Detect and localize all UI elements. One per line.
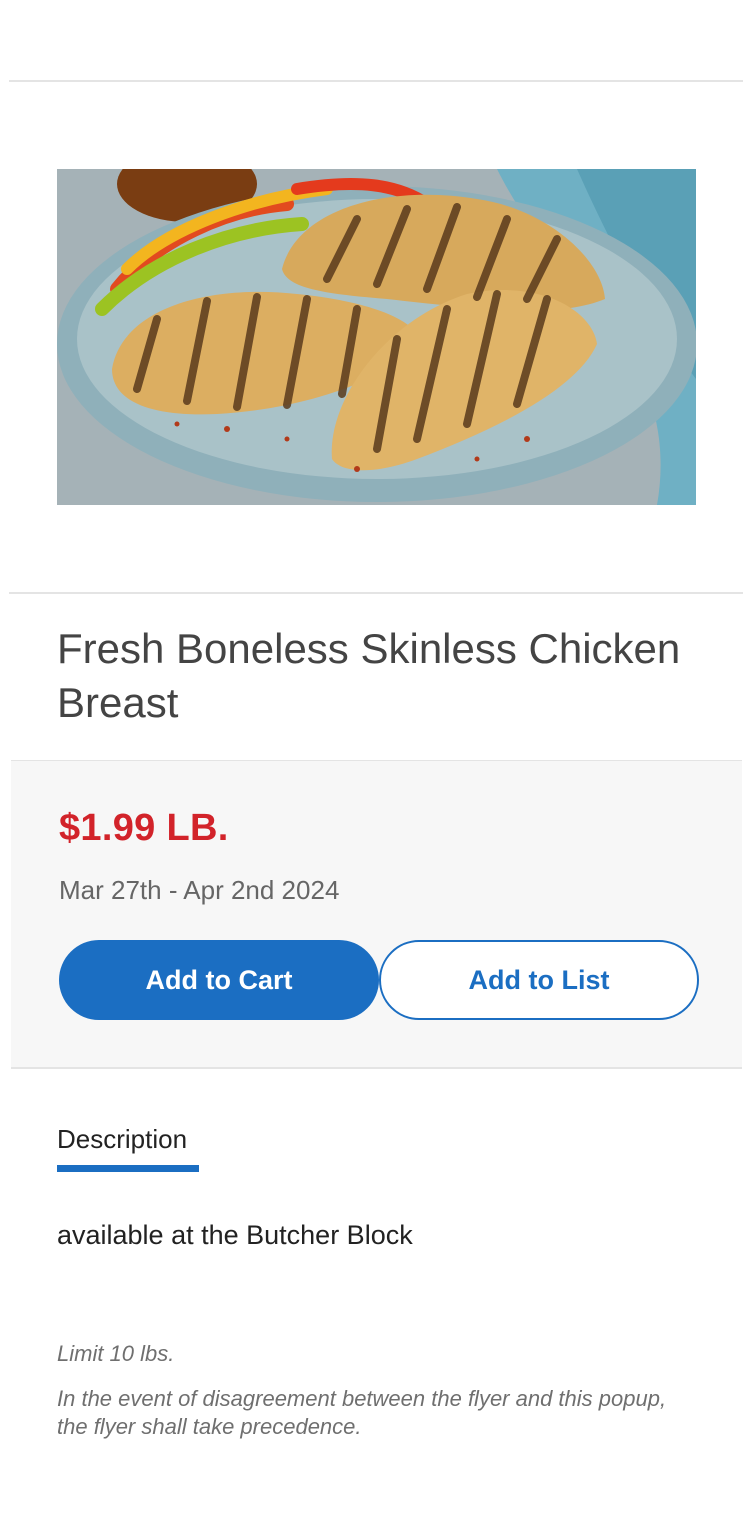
product-title: Fresh Boneless Skinless Chicken Breast — [57, 625, 681, 726]
top-bar — [0, 0, 752, 80]
add-to-list-button[interactable]: Add to List — [379, 940, 699, 1020]
active-tab-indicator — [57, 1165, 199, 1172]
price-panel: $1.99 LB. Mar 27th - Apr 2nd 2024 Add to… — [11, 760, 742, 1069]
product-image — [57, 169, 696, 505]
sale-price: $1.99 LB. — [59, 807, 229, 849]
tab-description[interactable]: Description — [57, 1124, 187, 1165]
divider-after-image — [9, 592, 743, 594]
add-to-cart-button[interactable]: Add to Cart — [59, 940, 379, 1020]
valid-dates: Mar 27th - Apr 2nd 2024 — [59, 875, 340, 905]
description-text: available at the Butcher Block — [57, 1220, 413, 1250]
purchase-limit: Limit 10 lbs. — [57, 1341, 175, 1366]
divider-top — [9, 80, 743, 82]
flyer-disclaimer: In the event of disagreement between the… — [57, 1386, 667, 1439]
